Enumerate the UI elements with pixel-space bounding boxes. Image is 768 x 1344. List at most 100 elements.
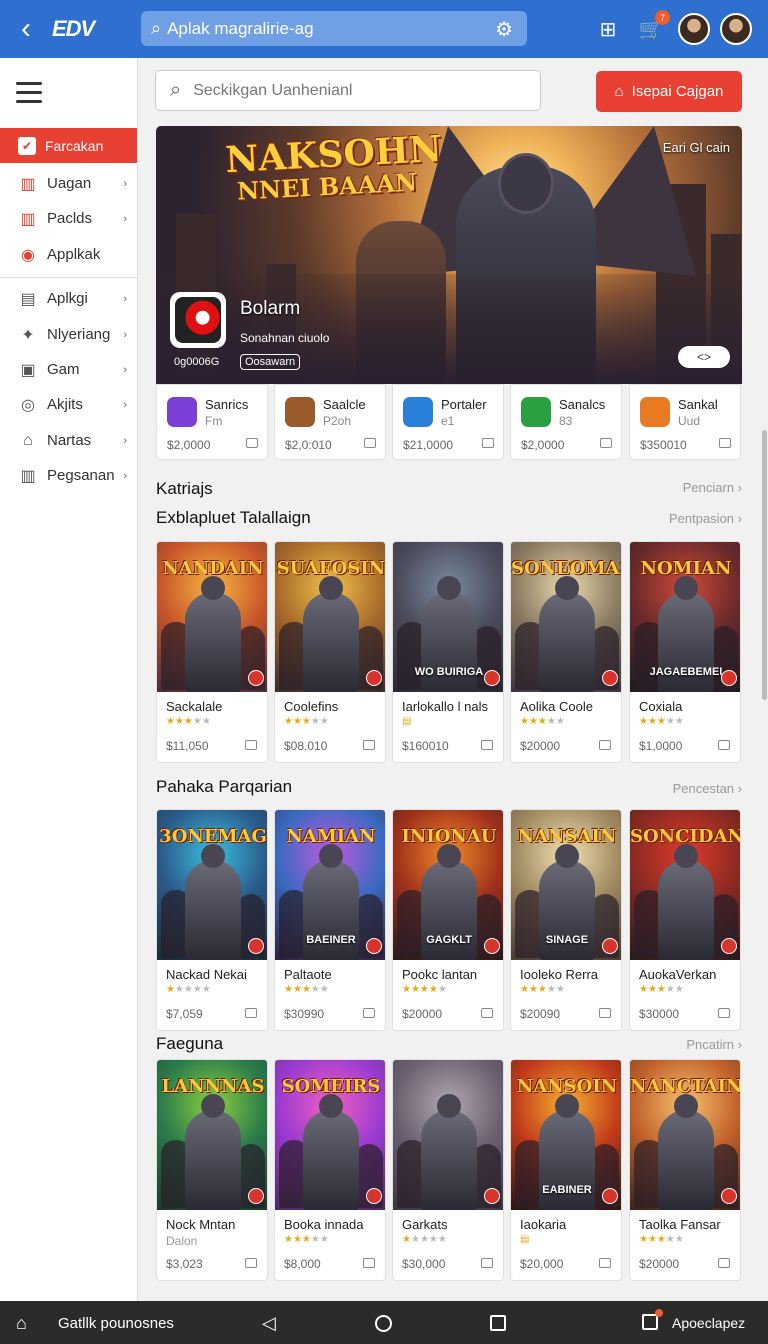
game-card[interactable]: WO BUIRIGA Iarlokallo l nals ▤ $160010	[392, 541, 504, 763]
cart-icon[interactable]	[599, 740, 611, 750]
game-card[interactable]: 3ONEMAG Nackad Nekai ★★★★★ $7,059	[156, 809, 268, 1031]
game-card[interactable]: SONEOMAS Aolika Coole ★★★★★ $20000	[510, 541, 622, 763]
hero-pill-button[interactable]: Oosawarn	[240, 354, 301, 370]
app-logo[interactable]: EDV	[52, 16, 136, 42]
star-rating: ★★★★★	[639, 716, 684, 727]
chevron-right-icon: ›	[123, 398, 127, 411]
cart-icon[interactable]	[363, 740, 375, 750]
main-search-input[interactable]: ⌕ Seckikgan Uanhenianl	[155, 70, 541, 111]
favorite-heart-icon[interactable]	[366, 670, 382, 686]
sidebar-item-pegsanan[interactable]: ▥ Pegsanan ›	[0, 458, 137, 493]
cart-icon[interactable]	[245, 1008, 257, 1018]
section-more-link[interactable]: Pentpasion ›	[669, 511, 742, 526]
favorite-heart-icon[interactable]	[721, 670, 737, 686]
game-card[interactable]: SOMEIRS Booka innada ★★★★★ $8,000	[274, 1059, 386, 1281]
game-name: Nock Mntan	[166, 1217, 236, 1232]
app-card[interactable]: Sanrics Fm $2,0000	[156, 384, 268, 460]
favorite-heart-icon[interactable]	[602, 670, 618, 686]
favorite-heart-icon[interactable]	[248, 938, 264, 954]
back-arrow-icon[interactable]: ‹	[0, 0, 52, 58]
cart-icon[interactable]	[245, 740, 257, 750]
scrollbar[interactable]	[762, 430, 767, 700]
game-card[interactable]: INIONAU GAGKLT Pookc lantan ★★★★★ $20000	[392, 809, 504, 1031]
cart-icon[interactable]	[719, 438, 731, 448]
section-more-link[interactable]: Penciarn ›	[683, 480, 742, 495]
app-card[interactable]: Sanalcs 83 $2,0000	[510, 384, 622, 460]
cart-icon[interactable]	[599, 1008, 611, 1018]
game-card[interactable]: LANNNAS Nock Mntan Dalon $3,023	[156, 1059, 268, 1281]
top-search-bar[interactable]: ⌕ Aplak magralirie-ag ⚙	[141, 11, 527, 46]
avatar[interactable]	[720, 13, 752, 45]
cart-icon[interactable]	[246, 438, 258, 448]
section-more-label: Pentpasion	[668, 511, 735, 526]
gear-icon[interactable]: ⚙	[495, 17, 513, 42]
home-icon[interactable]: ⌂	[16, 1313, 27, 1334]
section-more-link[interactable]: Pencestan ›	[673, 781, 742, 796]
game-card[interactable]: Garkats ★★★★★ $30,000	[392, 1059, 504, 1281]
favorite-heart-icon[interactable]	[721, 938, 737, 954]
bottom-left-text[interactable]: Gatllk pounosnes	[58, 1315, 174, 1332]
game-card[interactable]: SUAFOSIN Coolefins ★★★★★ $08.010	[274, 541, 386, 763]
game-card[interactable]: NANSOIN EABINER Iaokaria ▤ $20,000	[510, 1059, 622, 1281]
game-name: Coxiala	[639, 699, 683, 714]
sidebar-item-aplkgi[interactable]: ▤ Aplkgi ›	[0, 281, 137, 316]
cart-icon[interactable]	[718, 740, 730, 750]
nav-home-circle-icon[interactable]	[375, 1315, 392, 1332]
sidebar-item-farcakan[interactable]: Farcakan	[0, 128, 137, 163]
avatar[interactable]	[678, 13, 710, 45]
cart-icon[interactable]: 🛒 7	[635, 10, 670, 45]
game-price: $20000	[520, 739, 561, 753]
hero-expand-toggle[interactable]: <>	[678, 346, 730, 368]
app-card[interactable]: Sankal Uud $350010	[629, 384, 741, 460]
sidebar-item-nartas[interactable]: ⌂ Nartas ›	[0, 423, 137, 458]
hero-banner[interactable]: NAKSOHN NNEI BAAAN Eari Gl cain Bolarm S…	[156, 126, 742, 384]
shop-button[interactable]: ⌂ Isepai Cajgan	[596, 71, 742, 112]
hamburger-menu-icon[interactable]	[16, 82, 42, 109]
favorite-heart-icon[interactable]	[602, 938, 618, 954]
cart-icon[interactable]	[718, 1258, 730, 1268]
cart-icon[interactable]	[481, 740, 493, 750]
notification-icon[interactable]	[642, 1309, 663, 1330]
nav-back-icon[interactable]: ◁	[262, 1313, 276, 1334]
sidebar-item-nlyeriang[interactable]: ✦ Nlyeriang ›	[0, 317, 137, 352]
app-card[interactable]: Saalcle P2oh $2,0:010	[274, 384, 386, 460]
bottom-right-text[interactable]: Apoeclapez	[672, 1315, 745, 1331]
favorite-heart-icon[interactable]	[248, 1188, 264, 1204]
game-card[interactable]: NANDAIN Sackalale ★★★★★ $11,050	[156, 541, 268, 763]
cart-icon[interactable]	[363, 1008, 375, 1018]
app-icon	[167, 397, 197, 427]
favorite-heart-icon[interactable]	[366, 1188, 382, 1204]
nav-recents-icon[interactable]	[490, 1315, 506, 1331]
cart-icon[interactable]	[364, 438, 376, 448]
game-card[interactable]: NANCTAIN Taolka Fansar ★★★★★ $20000	[629, 1059, 741, 1281]
sidebar-item-gam[interactable]: ▣ Gam ›	[0, 352, 137, 387]
cart-icon[interactable]	[481, 1008, 493, 1018]
game-card[interactable]: NANSAIN SINAGE Iooleko Rerra ★★★★★ $20090	[510, 809, 622, 1031]
sidebar-item-paclds[interactable]: ▥ Paclds ›	[0, 201, 137, 236]
controller-icon[interactable]: ⊞	[592, 13, 624, 45]
favorite-heart-icon[interactable]	[248, 670, 264, 686]
game-art: NANDAIN	[157, 542, 267, 692]
sidebar-item-applkak[interactable]: ◉ Applkak	[0, 237, 137, 272]
cart-icon[interactable]	[600, 438, 612, 448]
favorite-heart-icon[interactable]	[366, 938, 382, 954]
cart-icon[interactable]	[482, 438, 494, 448]
favorite-heart-icon[interactable]	[721, 1188, 737, 1204]
game-card[interactable]: NAMIAN BAEINER Paltaote ★★★★★ $30990	[274, 809, 386, 1031]
cart-icon[interactable]	[245, 1258, 257, 1268]
game-card[interactable]: NOMIAN JAGAEBEMEI Coxiala ★★★★★ $1,0000	[629, 541, 741, 763]
favorite-heart-icon[interactable]	[484, 670, 500, 686]
app-card[interactable]: Portaler e1 $21,0000	[392, 384, 504, 460]
cart-icon[interactable]	[481, 1258, 493, 1268]
cart-icon[interactable]	[363, 1258, 375, 1268]
sidebar-item-akjits[interactable]: ◎ Akjits ›	[0, 387, 137, 422]
section-more-link[interactable]: Pncatirn ›	[686, 1037, 742, 1052]
cart-icon[interactable]	[718, 1008, 730, 1018]
favorite-heart-icon[interactable]	[602, 1188, 618, 1204]
hero-app-icon[interactable]	[170, 292, 226, 348]
favorite-heart-icon[interactable]	[484, 938, 500, 954]
cart-icon[interactable]	[599, 1258, 611, 1268]
sidebar-item-uagan[interactable]: ▥ Uagan ›	[0, 166, 137, 201]
game-card[interactable]: SONCIDAN AuokaVerkan ★★★★★ $30000	[629, 809, 741, 1031]
favorite-heart-icon[interactable]	[484, 1188, 500, 1204]
